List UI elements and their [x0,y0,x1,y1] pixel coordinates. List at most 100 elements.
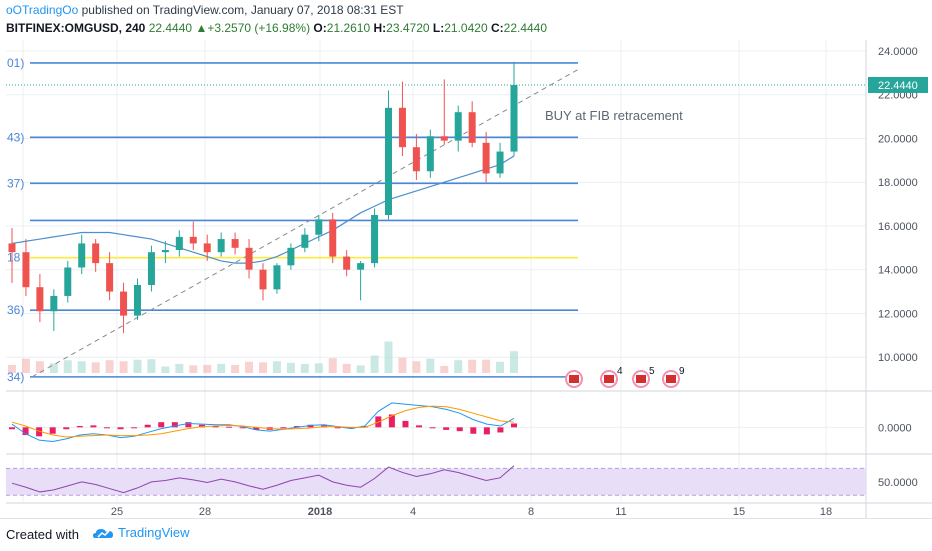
volume-bar [91,362,100,373]
price-tick-label: 16.0000 [878,221,918,233]
last-price-tag: 22.4440 [878,80,918,92]
open-value: 21.2610 [326,21,371,35]
candle-body [203,243,211,253]
candle-body [343,256,351,270]
brand-name: TradingView [118,525,190,540]
rsi-tick-label: 50.0000 [878,477,918,489]
candle-body [134,285,141,316]
time-tick-label: 8 [528,506,534,518]
candle-body [22,252,30,288]
candle-body [371,215,379,264]
candle-body [468,112,476,143]
last-price: 22.4440 [148,21,193,35]
macd-histogram-bar [49,427,56,434]
footer: Created with TradingView [0,518,932,551]
time-tick-label: 15 [733,506,745,518]
volume-bar [482,359,491,373]
volume-bar [356,365,365,373]
volume-bar [286,362,295,373]
candle-body [161,250,169,253]
low-value: 21.0420 [444,21,488,35]
macd-histogram-bar [511,423,517,428]
fib-level-label: 37) [7,176,24,190]
candle-body [259,269,267,290]
candle-body [106,263,114,292]
candle-body [426,136,434,172]
volume-bar [398,357,407,373]
volume-bar [105,360,114,373]
candle-body [50,295,58,312]
macd-tick-label: 0.0000 [878,422,912,434]
macd-histogram-bar [76,426,83,428]
volume-bar [328,358,337,373]
cloud-icon [93,528,113,538]
volume-bar [231,364,240,373]
volume-bar [342,363,351,373]
candle-body [245,247,253,270]
candle-body [8,243,16,253]
time-tick-label: 2018 [308,506,332,518]
volume-bar [384,341,393,373]
candle-body [301,234,309,248]
candle-body [454,112,462,141]
volume-bar [259,362,267,373]
volume-bar [175,363,184,373]
close-label: C: [490,21,504,35]
candle-body [64,267,72,296]
tradingview-brand[interactable]: TradingView [92,525,190,540]
volume-bar [300,363,309,373]
signal-line [11,405,515,438]
macd-histogram-bar [158,422,165,428]
chart-canvas[interactable]: 01)43)37)1836)34)24.000022.000020.000018… [0,40,932,518]
fib-level-label: 43) [7,130,24,144]
volume-bar [63,360,72,373]
volume-bar [370,355,379,373]
price-change: +3.2570 (+16.98%) [207,21,311,35]
macd-histogram-bar [470,427,477,434]
volume-bar [440,365,449,373]
macd-histogram-bar [429,427,436,429]
macd-histogram-bar [497,427,504,433]
volume-bar [496,361,505,373]
volume-bar [133,359,142,373]
candle-body [496,151,504,174]
volume-bar [119,361,128,373]
volume-bar [49,363,58,373]
event-flag-icon [604,375,614,383]
up-arrow-icon: ▲ [195,21,208,35]
event-count-label: 4 [617,366,623,377]
created-with-text: Created with [6,527,79,542]
volume-bar [161,366,170,373]
macd-histogram-bar [226,426,233,428]
high-value: 23.4720 [386,21,430,35]
fib-level-label: 34) [7,370,24,384]
open-label: O: [313,21,327,35]
author-link[interactable]: oOTradingOo [6,3,78,17]
volume-bar [245,361,254,373]
candle-body [92,243,100,264]
price-tick-label: 18.0000 [878,177,918,189]
high-label: H: [373,21,387,35]
trendline [31,68,581,378]
price-tick-label: 20.0000 [878,133,918,145]
symbol-label[interactable]: BITFINEX:OMGUSD, 240 [6,21,145,35]
candle-body [315,219,323,235]
candle-body [189,236,197,244]
macd-histogram-bar [416,425,423,428]
candle-body [482,142,490,174]
candle-body [440,136,448,141]
macd-histogram-bar [9,427,15,430]
event-flag-icon [569,375,579,383]
candle-body [398,107,406,148]
candle-body [287,247,295,266]
published-text: published on TradingView.com, January 07… [78,3,404,17]
macd-histogram-bar [117,427,124,430]
candle-body [357,263,365,270]
time-tick-label: 18 [820,506,832,518]
volume-bar [272,361,281,373]
event-flag-icon [636,375,646,383]
volume-bar [217,363,226,373]
candle-body [329,219,337,257]
macd-histogram-bar [483,427,490,435]
time-tick-label: 25 [111,506,123,518]
